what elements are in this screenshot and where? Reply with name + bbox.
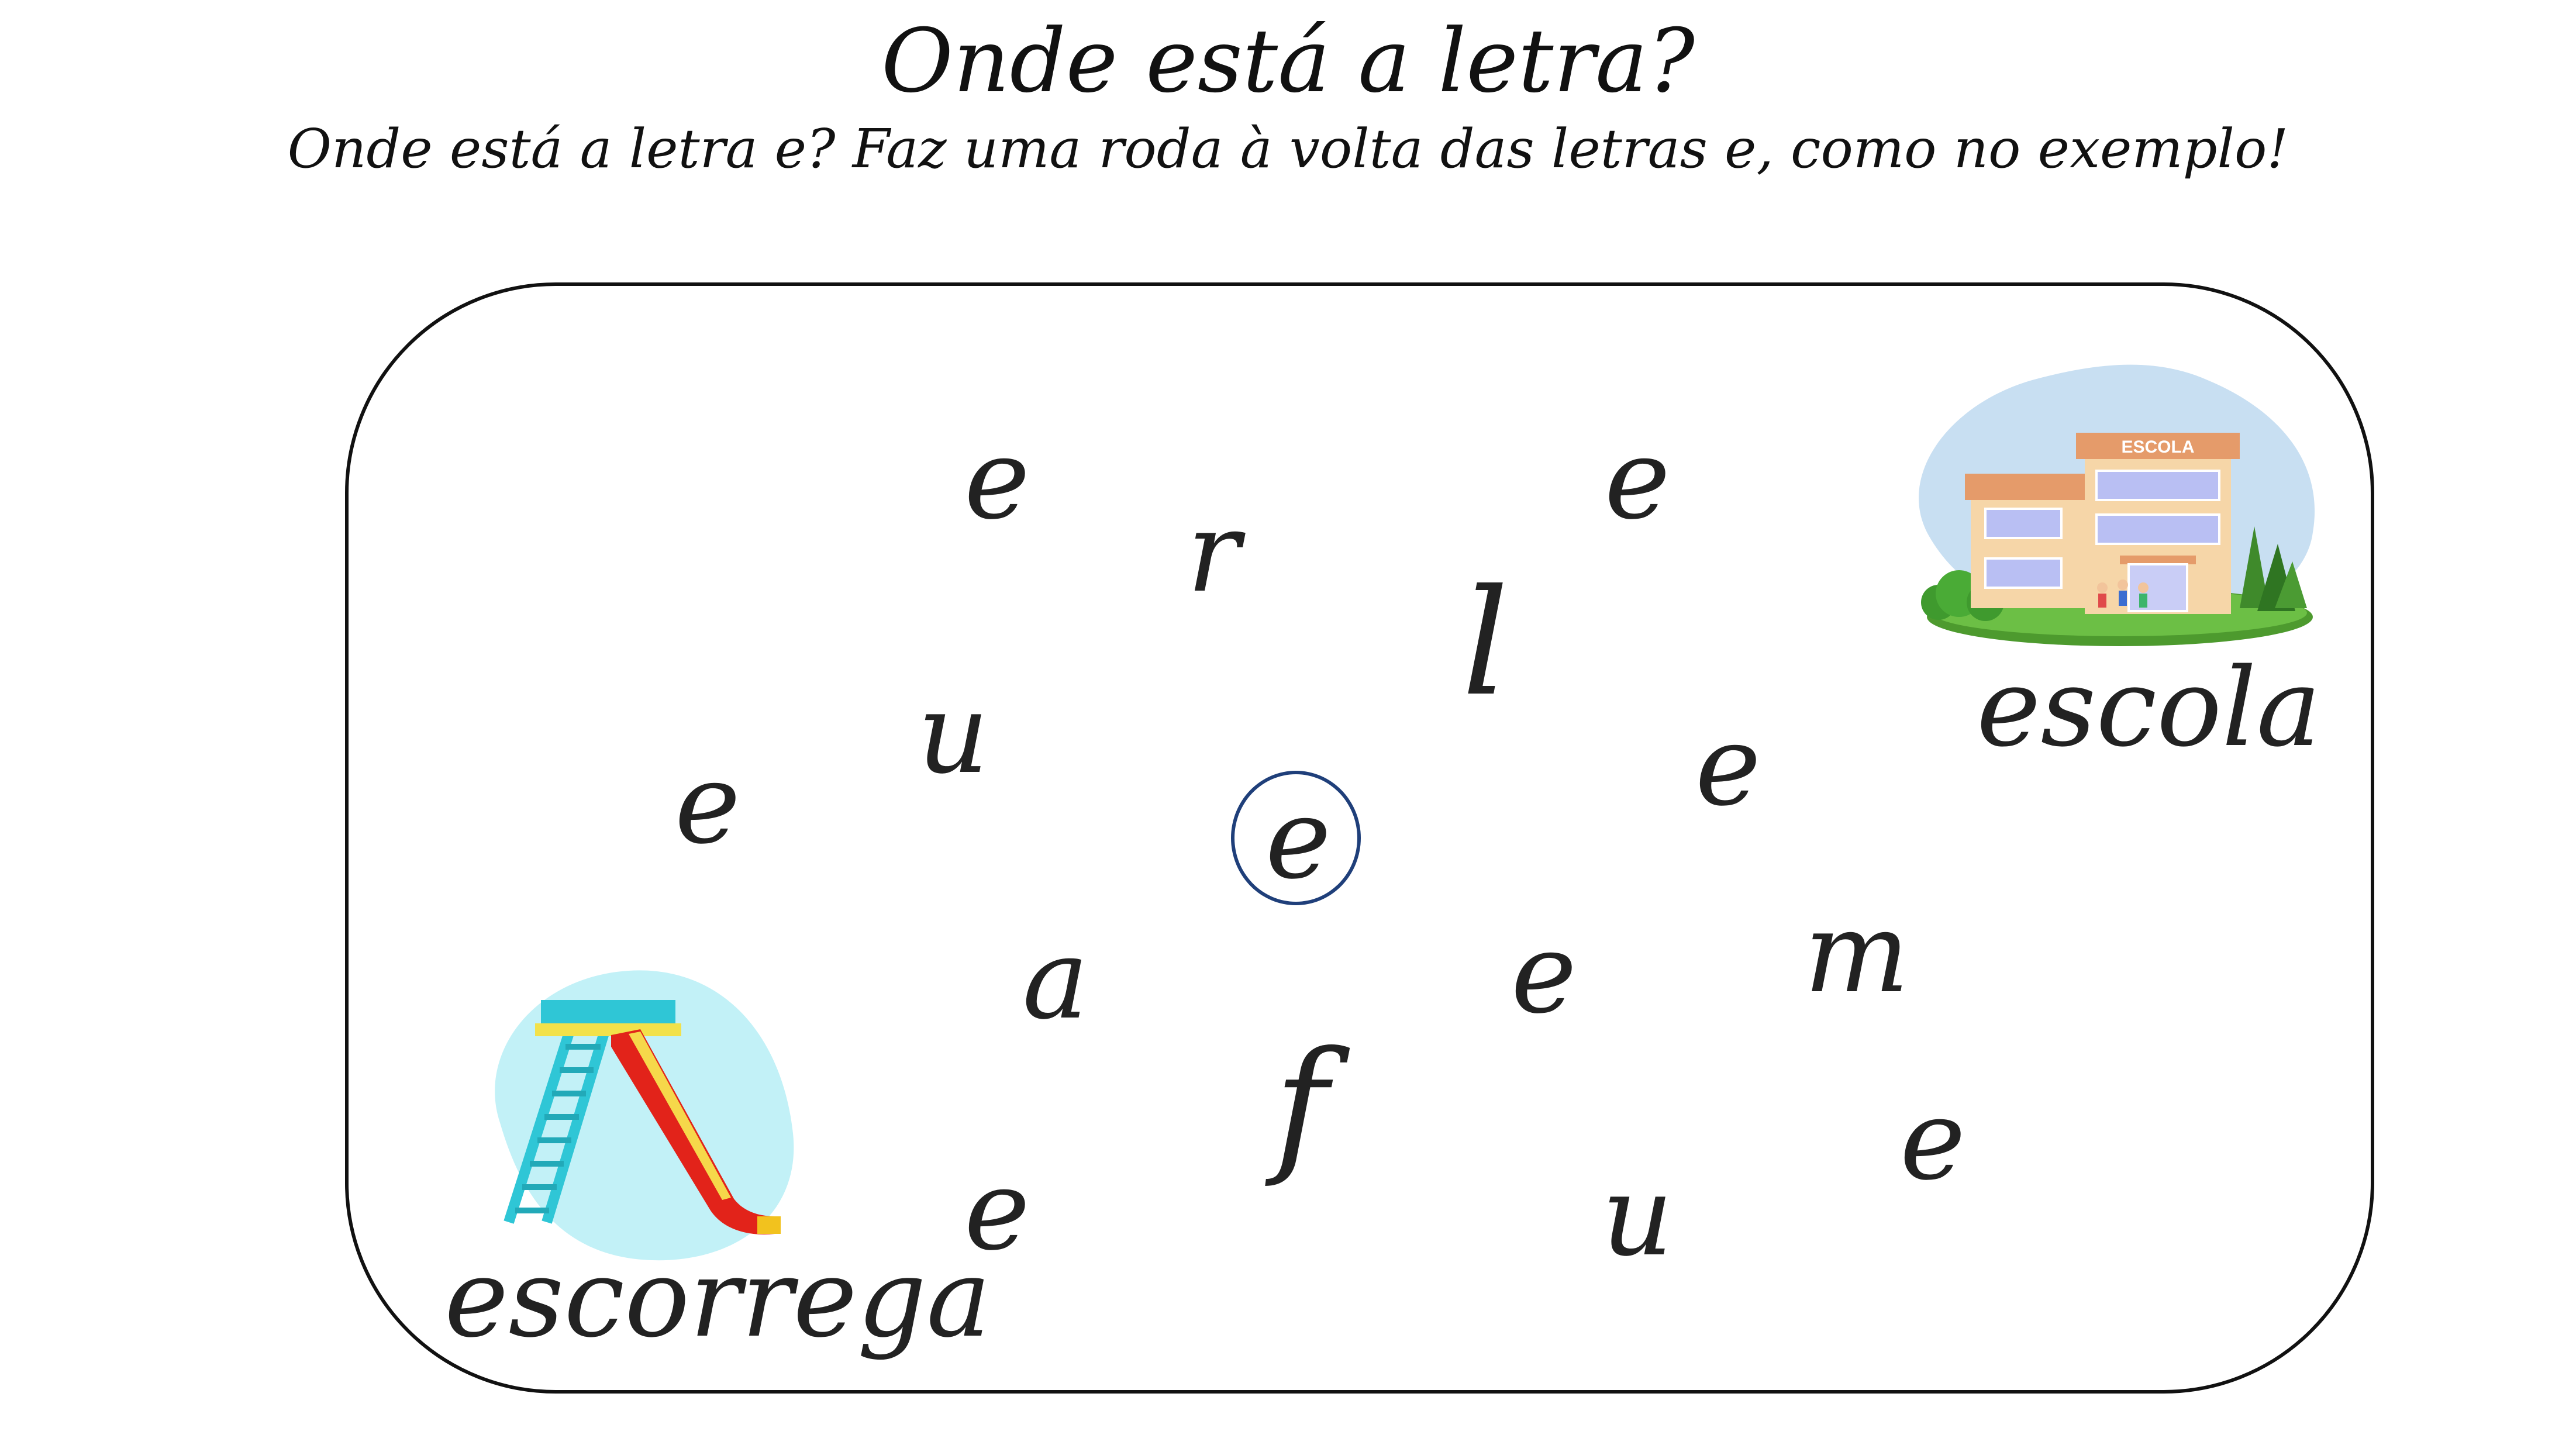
letter-e[interactable]: e <box>1868 1070 1997 1210</box>
letter-f[interactable]: f <box>1237 1012 1365 1199</box>
school-sign-text: ESCOLA <box>2121 437 2194 457</box>
worksheet-instruction: Onde está a letra e? Faz uma roda à volt… <box>287 118 2289 180</box>
letter-e[interactable]: e <box>643 734 772 874</box>
letter-e[interactable]: e <box>1664 696 1792 836</box>
letter-e[interactable]: e <box>1480 903 1608 1044</box>
letter-e-example[interactable]: e <box>1234 769 1363 909</box>
letter-u[interactable]: u <box>1573 1146 1702 1287</box>
escola-caption: escola <box>1977 644 2321 771</box>
letter-a[interactable]: a <box>991 909 1120 1050</box>
letter-e[interactable]: e <box>933 409 1061 550</box>
school-building-icon: ESCOLA <box>1919 364 2315 646</box>
letter-l[interactable]: l <box>1421 550 1550 737</box>
worksheet-title: Onde está a letra? <box>881 11 1695 112</box>
worksheet-page: Onde está a letra? Onde está a letra e? … <box>0 0 2576 1452</box>
escorrega-caption: escorrega <box>444 1235 991 1361</box>
letter-e[interactable]: e <box>1573 409 1702 550</box>
letter-r[interactable]: r <box>1149 482 1278 623</box>
letter-m[interactable]: m <box>1792 883 1921 1023</box>
letter-u[interactable]: u <box>889 664 1018 804</box>
playground-slide-icon <box>495 970 794 1261</box>
